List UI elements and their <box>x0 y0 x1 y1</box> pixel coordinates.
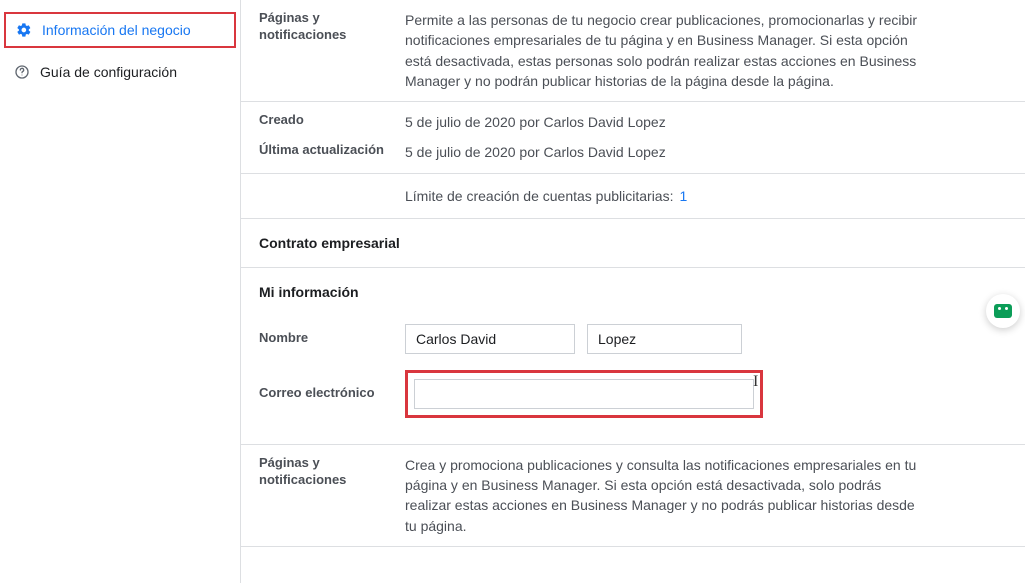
row-limite-cuentas: Límite de creación de cuentas publicitar… <box>241 174 1025 218</box>
sidebar: Información del negocio Guía de configur… <box>0 0 240 583</box>
label-ultima-actualizacion: Última actualización <box>259 142 389 162</box>
label-creado: Creado <box>259 112 389 132</box>
value-creado: 5 de julio de 2020 por Carlos David Lope… <box>405 112 1007 132</box>
sidebar-item-guia-configuracion[interactable]: Guía de configuración <box>0 54 240 90</box>
value-paginas-notificaciones-2: Crea y promociona publicaciones y consul… <box>405 455 925 536</box>
label-paginas-notificaciones-2: Páginas y notificaciones <box>259 455 389 536</box>
last-name-input[interactable] <box>587 324 742 354</box>
value-limite-count: 1 <box>679 188 687 204</box>
value-ultima-actualizacion: 5 de julio de 2020 por Carlos David Lope… <box>405 142 1007 162</box>
row-ultima-actualizacion: Última actualización 5 de julio de 2020 … <box>241 142 1025 172</box>
sidebar-item-label: Información del negocio <box>42 22 191 38</box>
password-manager-icon[interactable] <box>986 294 1020 328</box>
label-nombre: Nombre <box>259 330 389 347</box>
main-content: Páginas y notificaciones Permite a las p… <box>240 0 1025 583</box>
row-creado: Creado 5 de julio de 2020 por Carlos Dav… <box>241 102 1025 142</box>
row-nombre: Nombre <box>241 316 1025 362</box>
value-paginas-notificaciones: Permite a las personas de tu negocio cre… <box>405 10 925 91</box>
help-icon <box>14 64 30 80</box>
label-correo: Correo electrónico <box>259 385 389 402</box>
sidebar-item-informacion-negocio[interactable]: Información del negocio <box>4 12 236 48</box>
row-correo: Correo electrónico I <box>241 362 1025 426</box>
label-limite: Límite de creación de cuentas publicitar… <box>405 188 673 204</box>
heading-mi-informacion: Mi información <box>241 268 1025 316</box>
first-name-input[interactable] <box>405 324 575 354</box>
row-paginas-notificaciones-2: Páginas y notificaciones Crea y promocio… <box>241 445 1025 546</box>
sidebar-item-label: Guía de configuración <box>40 64 177 80</box>
row-paginas-notificaciones: Páginas y notificaciones Permite a las p… <box>241 0 1025 101</box>
gear-icon <box>16 22 32 38</box>
email-input[interactable] <box>414 379 754 409</box>
heading-contrato-empresarial: Contrato empresarial <box>241 219 1025 267</box>
email-highlight-box <box>405 370 763 418</box>
label-paginas-notificaciones: Páginas y notificaciones <box>259 10 389 91</box>
